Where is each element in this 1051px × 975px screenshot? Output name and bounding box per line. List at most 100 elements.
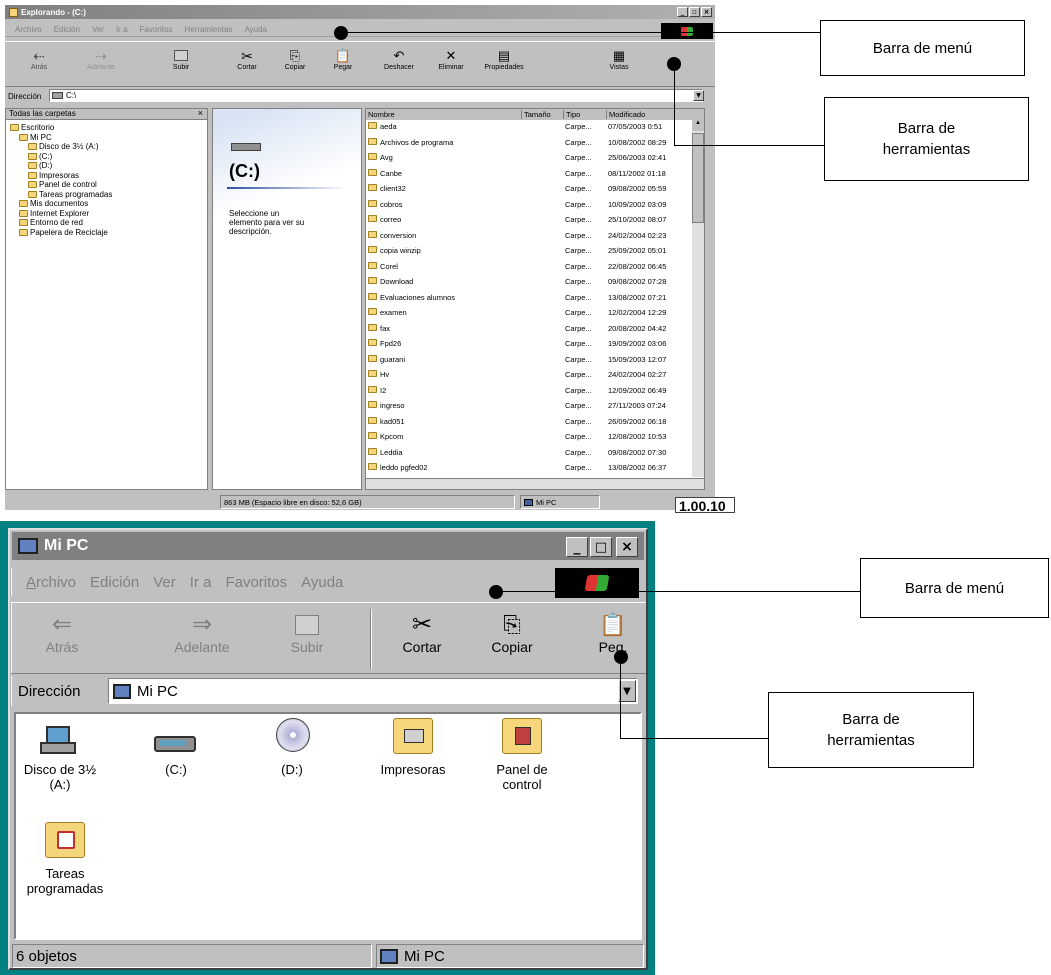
address-input[interactable]: C:\: [49, 89, 703, 102]
file-row[interactable]: Download Carpe... 09/08/2002 07:28: [366, 276, 690, 288]
mypc-windows-logo: [555, 568, 639, 598]
file-row[interactable]: Canbe Carpe... 08/11/2002 01:18: [366, 168, 690, 180]
tree-close-icon[interactable]: ×: [198, 108, 203, 118]
copy-button[interactable]: ⎘ Copiar: [482, 611, 542, 655]
file-row[interactable]: correo Carpe... 25/10/2002 08:07: [366, 214, 690, 226]
tree-item[interactable]: Mis documentos: [19, 199, 88, 208]
menu-archivo[interactable]: Archivo: [15, 25, 42, 34]
file-row[interactable]: Archivos de programa Carpe... 10/08/2002 0…: [366, 137, 690, 149]
drive-description: Seleccione un elemento para ver su descr…: [229, 209, 305, 236]
undo-button[interactable]: ↶ Deshacer: [379, 48, 419, 71]
file-row[interactable]: conversion Carpe... 24/02/2004 02:23: [366, 230, 690, 242]
menu-favoritos[interactable]: Favoritos: [225, 574, 287, 591]
mypc-address-input[interactable]: Mi PC: [108, 678, 638, 704]
paste-button[interactable]: 📋 Peg.: [588, 611, 638, 655]
file-row[interactable]: examen Carpe... 12/02/2004 12:29: [366, 307, 690, 319]
back-button[interactable]: ⇐ Atrás: [32, 611, 92, 655]
menu-ver[interactable]: Ver: [153, 574, 176, 591]
menu-favoritos[interactable]: Favoritos: [140, 25, 173, 34]
tree-item[interactable]: Panel de control: [28, 180, 97, 189]
menu-ver[interactable]: Ver: [92, 25, 104, 34]
horizontal-scrollbar[interactable]: [366, 478, 704, 489]
c-drive-item[interactable]: (C:): [136, 722, 216, 777]
up-button[interactable]: Subir: [282, 611, 332, 655]
col-tipo[interactable]: Tipo: [563, 110, 603, 119]
toolbar-separator: [370, 609, 372, 669]
file-modified: 26/09/2002 06:18: [608, 416, 667, 426]
file-row[interactable]: I2 Carpe... 12/09/2002 06:49: [366, 385, 690, 397]
copy-button[interactable]: ⎘ Copiar: [277, 48, 313, 71]
delete-button[interactable]: ✕ Eliminar: [431, 48, 471, 71]
folder-icon: [368, 308, 377, 315]
tree-item[interactable]: Tareas programadas: [28, 190, 112, 199]
menu-ir-a[interactable]: Ir a: [190, 574, 212, 591]
file-type: Carpe...: [565, 122, 592, 131]
address-dropdown-button[interactable]: ▼: [693, 90, 704, 101]
bottom-menu-pointer-dot: [489, 585, 503, 599]
scheduled-tasks-item[interactable]: Tareas programadas: [20, 822, 110, 896]
file-row[interactable]: guarani Carpe... 15/09/2003 12:07: [366, 354, 690, 366]
file-row[interactable]: Evaluaciones alumnos Carpe... 13/08/2002 0…: [366, 292, 690, 304]
cut-button[interactable]: ✂ Cortar: [229, 48, 265, 71]
forward-button[interactable]: ⇢ Adelante: [81, 48, 121, 71]
tree-item[interactable]: Internet Explorer: [19, 209, 89, 218]
tree-item[interactable]: Disco de 3½ (A:): [28, 142, 99, 151]
file-row[interactable]: kad051 Carpe... 26/09/2002 06:18: [366, 416, 690, 428]
col-tamano[interactable]: Tamaño: [521, 110, 563, 119]
file-row[interactable]: Hv Carpe... 24/02/2004 02:27: [366, 369, 690, 381]
col-nombre[interactable]: Nombre: [368, 110, 518, 119]
explorer-titlebar[interactable]: Explorando - (C:): [5, 5, 715, 19]
maximize-button[interactable]: ▫: [689, 7, 700, 17]
file-row[interactable]: fax Carpe... 20/08/2002 04:42: [366, 323, 690, 335]
mypc-maximize-button[interactable]: □: [590, 537, 612, 557]
minimize-button[interactable]: _: [677, 7, 688, 17]
menu-ayuda[interactable]: Ayuda: [301, 574, 343, 591]
file-row[interactable]: Fpd26 Carpe... 19/09/2002 03:06: [366, 338, 690, 350]
file-row[interactable]: cobros Carpe... 10/09/2002 03:09: [366, 199, 690, 211]
printers-item[interactable]: Impresoras: [368, 718, 458, 777]
tree-item[interactable]: Papelera de Reciclaje: [19, 228, 108, 237]
file-row[interactable]: client32 Carpe... 09/08/2002 05:59: [366, 183, 690, 195]
menu-ir-a[interactable]: Ir a: [116, 25, 128, 34]
back-button[interactable]: ⇠ Atrás: [19, 48, 59, 71]
cut-button[interactable]: ✂ Cortar: [392, 611, 452, 655]
tree-item[interactable]: Escritorio: [10, 123, 54, 132]
views-button[interactable]: ▦ Vistas: [601, 48, 637, 71]
tree-item[interactable]: Impresoras: [28, 171, 79, 180]
tree-item-label: (D:): [39, 161, 53, 170]
control-panel-item[interactable]: Panel de control: [482, 718, 562, 792]
file-row[interactable]: Leddia Carpe... 09/08/2002 07:30: [366, 447, 690, 459]
file-list-pane: Nombre Tamaño Tipo Modificado aeda Carpe.…: [365, 108, 705, 490]
menu-herramientas[interactable]: Herramientas: [184, 25, 232, 34]
address-label: Dirección: [8, 91, 42, 101]
file-row[interactable]: Corel Carpe... 22/08/2002 06:45: [366, 261, 690, 273]
paste-button[interactable]: 📋 Pegar: [325, 48, 361, 71]
file-row[interactable]: copia winzip Carpe... 25/09/2002 05:01: [366, 245, 690, 257]
floppy-drive-item[interactable]: Disco de 3½ (A:): [20, 722, 100, 792]
menu-edicion[interactable]: Edición: [90, 574, 139, 591]
forward-button[interactable]: ⇒ Adelante: [162, 611, 242, 655]
menu-ayuda[interactable]: Ayuda: [244, 25, 267, 34]
tree-item[interactable]: (D:): [28, 161, 52, 170]
mypc-minimize-button[interactable]: _: [566, 537, 588, 557]
menu-edicion[interactable]: Edición: [54, 25, 80, 34]
file-row[interactable]: leddo pgfed02 Carpe... 13/08/2002 06:37: [366, 462, 690, 474]
menu-archivo[interactable]: Archivo: [26, 574, 76, 591]
callout-toolbar: Barra de herramientas: [824, 97, 1029, 181]
file-row[interactable]: aeda Carpe... 07/05/2003 0:51: [366, 121, 690, 133]
file-row[interactable]: Kpcom Carpe... 12/08/2002 10:53: [366, 431, 690, 443]
tree-item[interactable]: Entorno de red: [19, 218, 83, 227]
tree-item[interactable]: (C:): [28, 152, 52, 161]
mypc-titlebar[interactable]: Mi PC: [12, 532, 644, 560]
scroll-up-arrow[interactable]: ▲: [692, 120, 704, 131]
properties-button[interactable]: ▤ Propiedades: [479, 48, 529, 71]
vertical-scrollbar[interactable]: ▲: [692, 120, 704, 477]
mypc-close-button[interactable]: ×: [616, 537, 638, 557]
d-drive-item[interactable]: (D:): [252, 718, 332, 777]
file-row[interactable]: Avg Carpe... 25/06/2003 02:41: [366, 152, 690, 164]
tree-item[interactable]: Mi PC: [19, 133, 52, 142]
close-button[interactable]: ×: [701, 7, 712, 17]
scroll-thumb[interactable]: [692, 133, 704, 223]
up-button[interactable]: Subir: [163, 48, 199, 71]
file-row[interactable]: ingreso Carpe... 27/11/2003 07:24: [366, 400, 690, 412]
